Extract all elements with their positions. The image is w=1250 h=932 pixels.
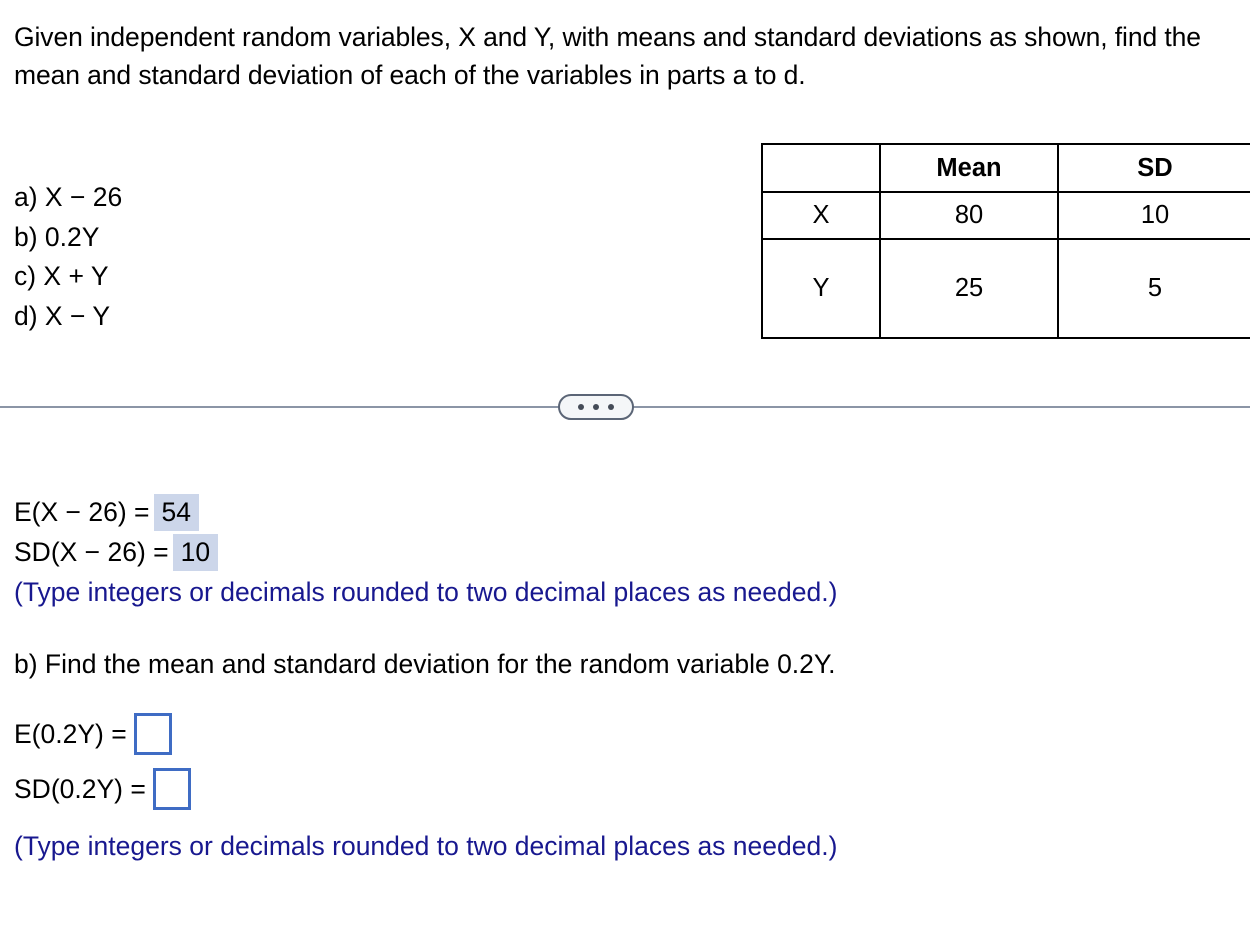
question-part-c: c) X + Y [14,261,109,291]
answer-area: E(X − 26) = 54 SD(X − 26) = 10 (Type integ… [14,492,1244,866]
question-part-a: a) X − 26 [14,182,123,212]
ellipsis-dot-icon [578,404,584,410]
question-block: Given independent random variables, X an… [14,18,1244,331]
table-header-row: Mean SD [761,143,1250,193]
answer-value-a-sd[interactable]: 10 [172,534,219,571]
table-cell-y-sd: 5 [1057,238,1250,339]
table-header-corner [761,143,881,193]
table-header-sd: SD [1057,143,1250,193]
question-parts-list: a) X − 26 b) 0.2Y c) X + Y d) X − Y [14,178,122,336]
part-b-question: b) Find the mean and standard deviation … [14,649,836,679]
ellipsis-dot-icon [608,404,614,410]
answer-input-b-sd[interactable] [152,768,191,810]
question-part-d: d) X − Y [14,300,110,331]
answer-note-a: (Type integers or decimals rounded to tw… [14,577,838,607]
ellipsis-toggle-icon[interactable] [558,394,634,420]
table-header-mean: Mean [879,143,1059,193]
answer-line-b-mean: E(0.2Y) = [14,713,1244,769]
question-prompt: Given independent random variables, X an… [14,22,1201,90]
table-row-label-y: Y [761,238,881,339]
answer-label-a-sd: SD(X − 26) = [14,537,169,567]
answer-input-b-mean[interactable] [133,713,172,755]
answer-label-a-mean: E(X − 26) = [14,497,150,527]
answer-line-a-sd: SD(X − 26) = 10 [14,532,1244,572]
stats-table: Mean SD X 80 10 Y 25 5 [761,143,1250,339]
table-row-label-x: X [761,191,881,240]
table-cell-x-sd: 10 [1057,191,1250,240]
answer-label-b-mean: E(0.2Y) = [14,719,127,749]
table-cell-x-mean: 80 [879,191,1059,240]
answer-line-a-mean: E(X − 26) = 54 [14,492,1244,532]
answer-note-b: (Type integers or decimals rounded to tw… [14,831,838,861]
answer-label-b-sd: SD(0.2Y) = [14,774,146,804]
table-row: Y 25 5 [761,238,1250,339]
ellipsis-dot-icon [593,404,599,410]
answer-value-a-mean[interactable]: 54 [153,494,199,531]
part-b-answer-group: E(0.2Y) = SD(0.2Y) = [14,713,1244,824]
answer-line-b-sd: SD(0.2Y) = [14,768,1244,824]
table-cell-y-mean: 25 [879,238,1059,339]
question-part-b: b) 0.2Y [14,221,100,252]
table-row: X 80 10 [761,191,1250,240]
